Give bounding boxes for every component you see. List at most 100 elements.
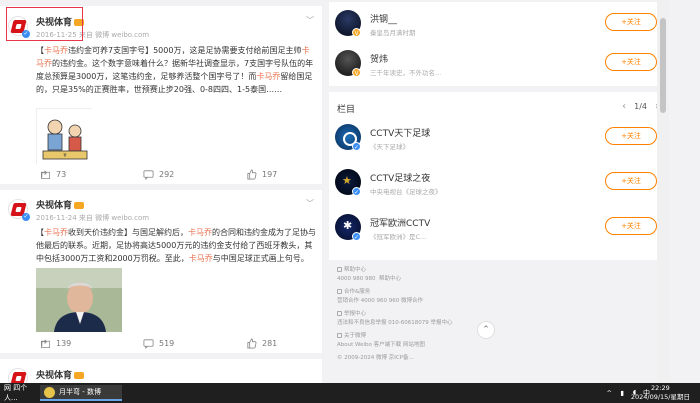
comment-button[interactable]: 292 bbox=[143, 164, 174, 184]
footer-about-title: 关于微博 bbox=[344, 333, 367, 339]
chevron-down-icon[interactable]: ﹀ bbox=[306, 198, 314, 209]
recommend-panel: V 洪钢__ 秦皇岛月满时期 +关注 V 贺炜 三千年读史，不外功名... +关… bbox=[329, 2, 669, 86]
app-icon bbox=[44, 386, 55, 398]
page-scrollbar[interactable] bbox=[657, 0, 669, 383]
follow-button[interactable]: +关注 bbox=[605, 127, 657, 145]
footer-coop-line[interactable]: 营销合作 4000 960 960 微博合作 bbox=[337, 297, 423, 305]
taskbar-item-active[interactable]: 月半弯 - 数博 bbox=[40, 385, 122, 401]
thumbs-up-icon bbox=[247, 338, 257, 348]
verified-icon: ✓ bbox=[352, 142, 361, 151]
author-name[interactable]: 央视体育 bbox=[36, 371, 72, 381]
back-to-top-button[interactable]: ⌃ bbox=[477, 321, 495, 339]
footer-about-line[interactable]: About Weibo 客户端下载 网站地图 bbox=[337, 341, 425, 349]
verified-icon: ✓ bbox=[22, 213, 30, 221]
post-author[interactable]: 央视体育 bbox=[36, 15, 85, 28]
follow-button[interactable]: +关注 bbox=[605, 13, 657, 31]
author-name[interactable]: 央视体育 bbox=[36, 201, 72, 211]
footer-help-phone: 4000 980 980 bbox=[337, 276, 376, 282]
verified-icon: ✓ bbox=[22, 30, 30, 38]
footer-help-link[interactable]: 帮助中心 bbox=[379, 276, 401, 282]
post-author[interactable]: 央视体育 bbox=[36, 198, 85, 211]
taskbar-clock[interactable]: 22:29 2024/09/15/星期日 bbox=[631, 384, 690, 402]
lanmu-item: ✓ CCTV足球之夜 中央电视台《足球之夜》 +关注 bbox=[335, 163, 663, 203]
lanmu-pager: ‹ 1/4 › bbox=[622, 101, 659, 112]
about-icon bbox=[337, 333, 342, 338]
chevron-left-icon[interactable]: ‹ bbox=[622, 101, 626, 112]
taskbar-item-label: 月半弯 - 数博 bbox=[59, 388, 101, 396]
keyword-highlight[interactable]: 卡马乔 bbox=[189, 254, 213, 263]
taskbar-item-label: 网 四个人... bbox=[4, 384, 28, 402]
keyword-highlight[interactable]: 卡马乔 bbox=[44, 46, 68, 55]
channel-name[interactable]: 冠军欧洲CCTV bbox=[370, 216, 430, 229]
verified-icon: ✓ bbox=[352, 187, 361, 196]
share-icon bbox=[41, 339, 50, 348]
like-count: 281 bbox=[262, 338, 278, 348]
comment-count: 519 bbox=[159, 338, 175, 348]
vip-crown-icon bbox=[74, 202, 85, 209]
network-icon[interactable]: ▮ bbox=[620, 389, 624, 397]
share-icon bbox=[41, 170, 50, 179]
like-button[interactable]: 281 bbox=[246, 333, 277, 353]
windows-taskbar: 网 四个人... 月半弯 - 数博 ^ ▮ ◖ 中 22:29 2024/09/… bbox=[0, 383, 700, 403]
post-meta: 2016-11-25 来自 微博 weibo.com bbox=[36, 31, 150, 39]
recommend-item: V 洪钢__ 秦皇岛月满时期 +关注 bbox=[335, 4, 663, 44]
comment-button[interactable]: 519 bbox=[143, 333, 174, 353]
verified-icon: ✓ bbox=[352, 232, 361, 241]
vip-badge-icon: V bbox=[352, 68, 361, 77]
post-text: 【卡马乔收到天价违约金】与国足解约后，卡马乔的合同和违约金成为了足协与他最后的联… bbox=[36, 226, 316, 265]
post-author[interactable]: 央视体育 bbox=[36, 368, 85, 381]
tray-chevron-icon[interactable]: ^ bbox=[607, 389, 612, 397]
share-button[interactable]: 139 bbox=[40, 333, 71, 353]
user-name[interactable]: 贺炜 bbox=[370, 52, 388, 65]
page-indicator: 1/4 bbox=[634, 102, 647, 111]
user-desc: 秦皇岛月满时期 bbox=[370, 29, 416, 37]
lanmu-title: 栏目 bbox=[337, 105, 356, 115]
post-actions: 73 292 197 bbox=[0, 164, 322, 184]
lanmu-item: ✓ CCTV天下足球 《天下足球》 +关注 bbox=[335, 118, 663, 158]
like-button[interactable]: 197 bbox=[246, 164, 277, 184]
vip-badge-icon: V bbox=[352, 28, 361, 37]
report-icon bbox=[337, 311, 342, 316]
keyword-highlight[interactable]: 卡马乔 bbox=[44, 228, 68, 237]
follow-button[interactable]: +关注 bbox=[605, 53, 657, 71]
comment-count: 292 bbox=[159, 169, 175, 179]
follow-button[interactable]: +关注 bbox=[605, 172, 657, 190]
recommend-item: V 贺炜 三千年读史，不外功名... +关注 bbox=[335, 44, 663, 84]
post-image[interactable]: ¥ bbox=[36, 108, 92, 164]
text-segment: 违约金可养7支国字号】5000万，这是足协需要支付给前国足主帅 bbox=[68, 46, 302, 55]
chevron-down-icon[interactable]: ﹀ bbox=[306, 15, 314, 26]
cooperation-icon bbox=[337, 289, 342, 294]
scrollbar-thumb[interactable] bbox=[660, 18, 666, 113]
channel-desc: 《天下足球》 bbox=[370, 143, 409, 151]
weibo-post: 央视体育 bbox=[0, 359, 322, 383]
cctv-logo-icon bbox=[9, 371, 27, 383]
user-name[interactable]: 洪钢__ bbox=[370, 12, 397, 25]
user-desc: 三千年读史，不外功名... bbox=[370, 69, 442, 77]
footer-report-line[interactable]: 违法和不良信息举报 010-60618079 举报中心 bbox=[337, 319, 452, 327]
weibo-post: ✓ 央视体育 2016-11-25 来自 微博 weibo.com ﹀ 【卡马乔… bbox=[0, 6, 322, 184]
comment-icon bbox=[143, 169, 154, 180]
weibo-feed: ✓ 央视体育 2016-11-25 来自 微博 weibo.com ﹀ 【卡马乔… bbox=[0, 0, 322, 383]
taskbar-item[interactable]: 网 四个人... bbox=[0, 384, 38, 402]
keyword-highlight[interactable]: 卡马乔 bbox=[188, 228, 212, 237]
share-button[interactable]: 73 bbox=[40, 164, 66, 184]
clock-time: 22:29 bbox=[651, 384, 670, 392]
follow-button[interactable]: +关注 bbox=[605, 217, 657, 235]
author-name[interactable]: 央视体育 bbox=[36, 18, 72, 28]
share-count: 73 bbox=[56, 169, 67, 179]
cctv-sports-avatar[interactable] bbox=[8, 368, 28, 383]
svg-text:¥: ¥ bbox=[63, 153, 66, 159]
comment-icon bbox=[143, 338, 154, 349]
weibo-post: ✓ 央视体育 2016-11-24 来自 微博 weibo.com ﹀ 【卡马乔… bbox=[0, 190, 322, 353]
cartoon-illustration: ¥ bbox=[37, 109, 92, 164]
channel-name[interactable]: CCTV足球之夜 bbox=[370, 171, 430, 184]
portrait-photo bbox=[36, 268, 122, 332]
channel-name[interactable]: CCTV天下足球 bbox=[370, 126, 430, 139]
clock-date: 2024/09/15/星期日 bbox=[630, 393, 690, 401]
text-segment: 收到天价违约金】与国足解约后， bbox=[68, 228, 188, 237]
keyword-highlight[interactable]: 卡马乔 bbox=[256, 72, 280, 81]
vip-crown-icon bbox=[74, 372, 85, 379]
post-image[interactable] bbox=[36, 268, 122, 332]
lanmu-panel: 栏目 ‹ 1/4 › ✓ CCTV天下足球 《天下足球》 +关注 ✓ CCTV足… bbox=[329, 92, 669, 260]
vip-crown-icon bbox=[74, 19, 85, 26]
